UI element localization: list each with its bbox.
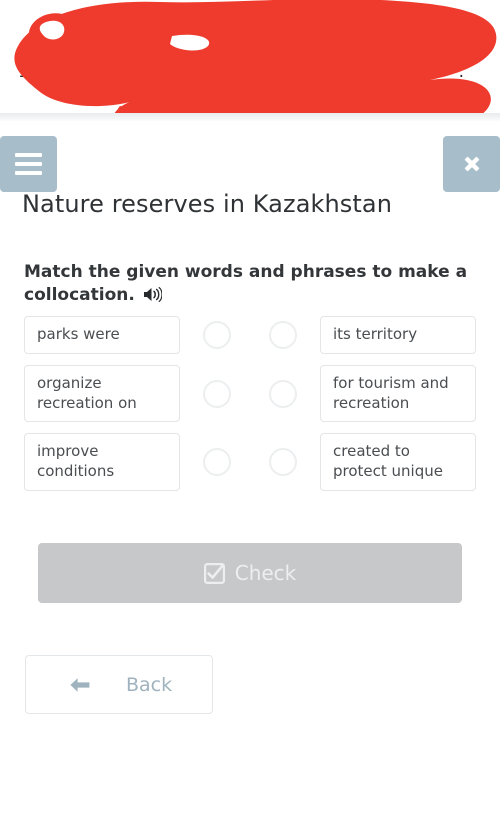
check-button-label: Check — [234, 561, 297, 585]
hamburger-icon[interactable] — [0, 136, 57, 192]
back-button-label: Back — [126, 673, 173, 696]
left-connector-dot[interactable] — [203, 379, 231, 408]
match-row: parks were its territory — [0, 316, 500, 354]
left-option[interactable]: improve conditions — [24, 433, 180, 491]
hamburger-bar — [15, 153, 42, 157]
right-option[interactable]: for tourism and recreation — [320, 364, 476, 423]
task-instruction: Match the given words and phrases to mak… — [24, 261, 476, 306]
left-connector-dot[interactable] — [203, 448, 231, 477]
task-instruction-text: Match the given words and phrases to mak… — [24, 262, 468, 305]
section-divider — [0, 113, 500, 122]
close-icon[interactable] — [443, 136, 500, 192]
redaction-scribble-icon — [14, 0, 497, 113]
match-row: organize recreation on for tourism and r… — [0, 364, 500, 423]
right-connector-dot[interactable] — [269, 320, 297, 349]
left-connector-dot[interactable] — [203, 320, 231, 349]
exercise-page: 1 . Nature reserves in Kazakhstan — [0, 0, 500, 828]
checkbox-checked-icon — [203, 562, 225, 584]
match-row: improve conditions created to protect un… — [0, 433, 500, 491]
right-option[interactable]: its territory — [320, 316, 476, 354]
left-option[interactable]: organize recreation on — [24, 364, 180, 423]
hamburger-bar — [15, 171, 42, 175]
check-button[interactable]: Check — [38, 543, 462, 603]
speaker-icon[interactable] — [143, 286, 162, 303]
right-connector-dot[interactable] — [269, 379, 297, 408]
back-button[interactable]: Back — [25, 655, 213, 714]
page-title: Nature reserves in Kazakhstan — [22, 190, 393, 218]
right-option[interactable]: created to protect unique — [320, 433, 476, 491]
hamburger-bar — [15, 162, 42, 166]
right-connector-dot[interactable] — [269, 448, 297, 477]
redacted-banner: 1 . — [0, 0, 500, 113]
arrow-left-icon — [68, 676, 92, 694]
matching-area: parks were its territory organize recrea… — [0, 316, 500, 502]
left-option[interactable]: parks were — [24, 316, 180, 354]
